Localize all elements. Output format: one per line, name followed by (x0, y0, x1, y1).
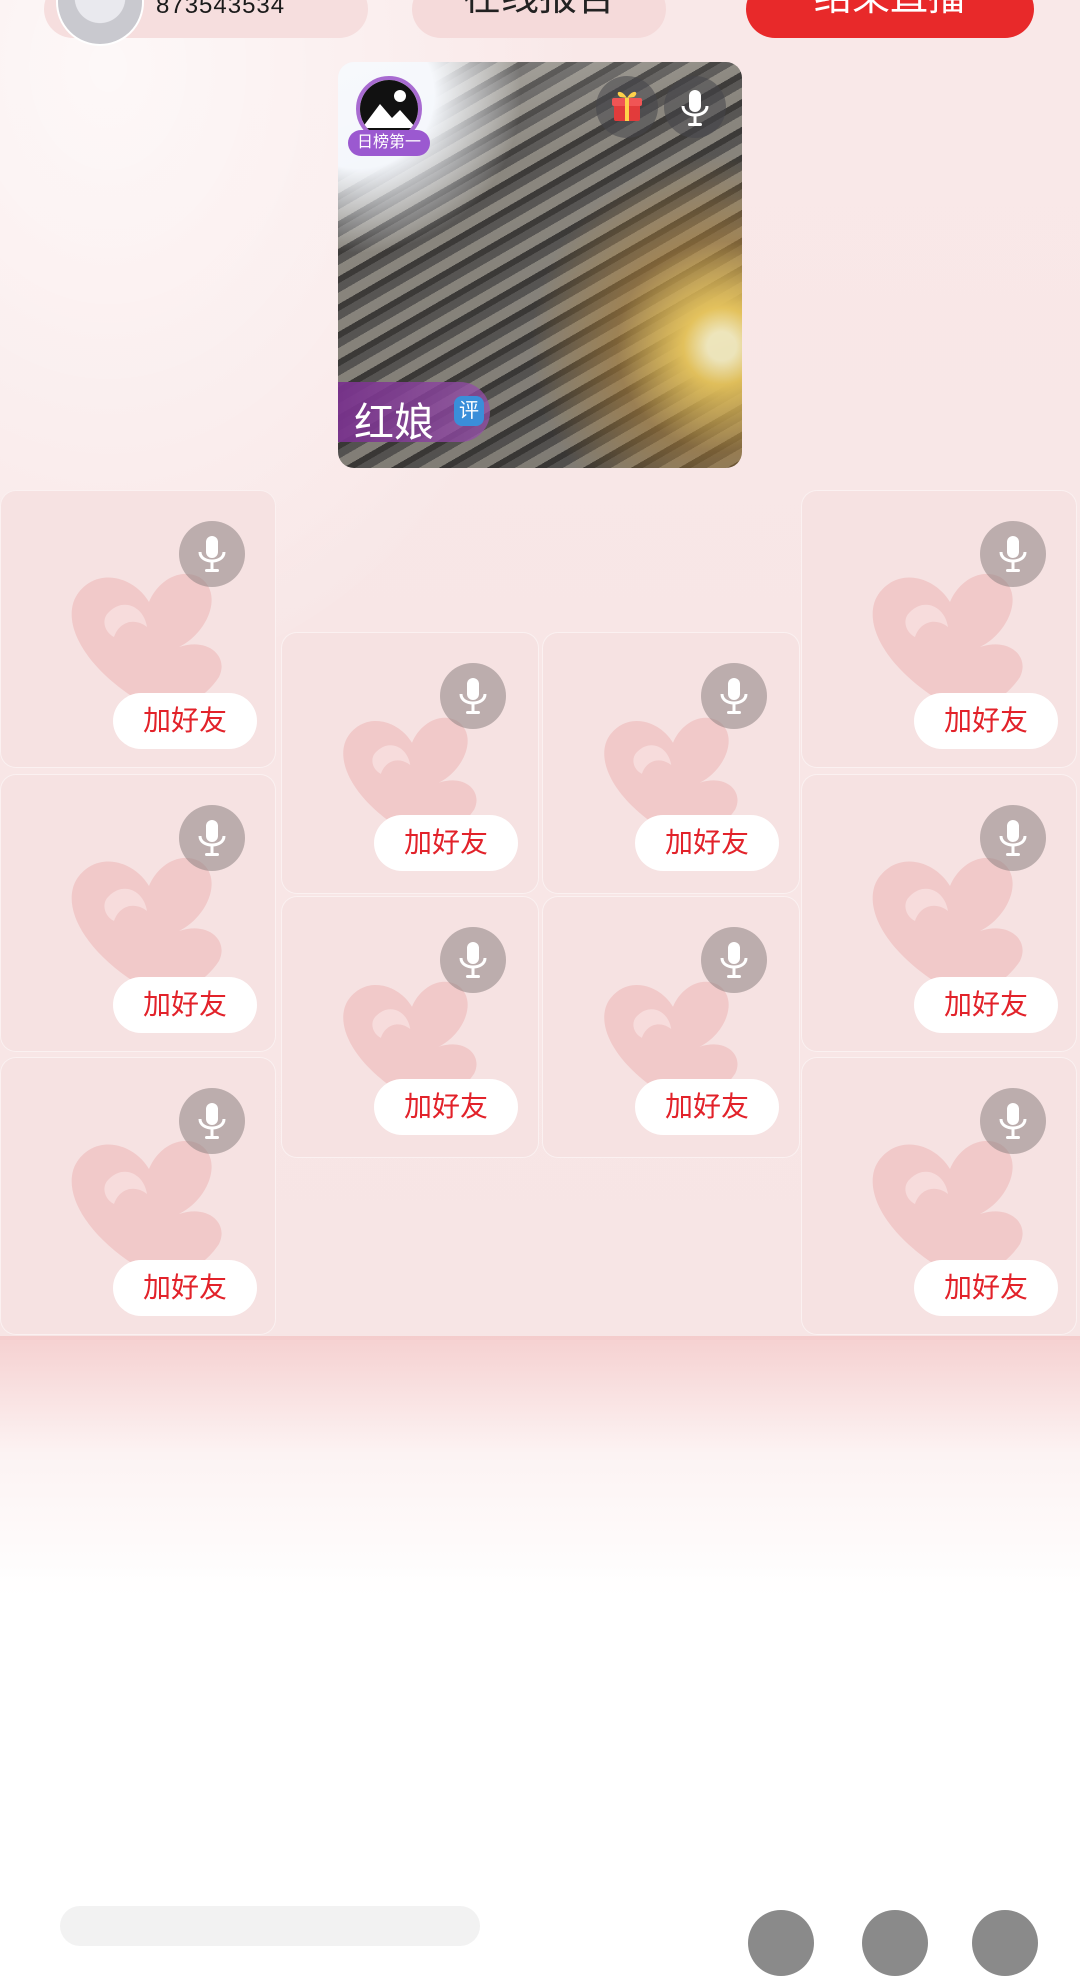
host-name: 红娘 (354, 401, 434, 445)
microphone-icon (681, 90, 709, 126)
add-friend-button[interactable]: 加好友 (914, 693, 1058, 749)
add-friend-button[interactable]: 加好友 (914, 1260, 1058, 1316)
seat-mic-button[interactable] (440, 927, 506, 993)
host-video-card[interactable]: 日榜第一 红娘 评 (338, 62, 742, 468)
microphone-icon (999, 536, 1027, 572)
add-friend-button[interactable]: 加好友 (635, 815, 779, 871)
role-badge: 评 (454, 396, 484, 426)
add-friend-button[interactable]: 加好友 (113, 977, 257, 1033)
host-name-bar: 红娘 评 (338, 382, 490, 445)
add-friend-button[interactable]: 加好友 (113, 1260, 257, 1316)
seat-mic-button[interactable] (980, 521, 1046, 587)
add-friend-button[interactable]: 加好友 (374, 1079, 518, 1135)
add-friend-button[interactable]: 加好友 (113, 693, 257, 749)
microphone-icon (720, 942, 748, 978)
guest-seat[interactable]: 加好友 (0, 1057, 276, 1335)
chat-input-pill[interactable] (60, 1906, 480, 1946)
seat-mic-button[interactable] (980, 805, 1046, 871)
seat-mic-button[interactable] (701, 663, 767, 729)
seat-mic-button[interactable] (701, 927, 767, 993)
seat-mic-button[interactable] (440, 663, 506, 729)
guest-seat[interactable]: 加好友 (801, 774, 1077, 1052)
background-fade (0, 1336, 1080, 1596)
gift-icon (612, 91, 642, 121)
host-info-pill[interactable]: 873543534 (44, 0, 368, 46)
seat-mic-button[interactable] (980, 1088, 1046, 1154)
add-friend-button[interactable]: 加好友 (914, 977, 1058, 1033)
microphone-icon (198, 820, 226, 856)
end-live-label: 结束直播 (746, 0, 1034, 21)
add-friend-button[interactable]: 加好友 (374, 815, 518, 871)
gift-button[interactable] (596, 76, 658, 138)
host-avatar[interactable] (56, 0, 144, 46)
daily-rank-badge: 日榜第一 (348, 130, 430, 156)
top-bar: 873543534 在线报告 结束直播 (0, 0, 1080, 46)
guest-seat[interactable]: 加好友 (801, 1057, 1077, 1335)
online-report-label: 在线报告 (412, 0, 666, 21)
online-report-button[interactable]: 在线报告 (412, 0, 666, 38)
guest-seat[interactable]: 加好友 (801, 490, 1077, 768)
microphone-icon (459, 678, 487, 714)
guest-seat[interactable]: 加好友 (542, 632, 800, 894)
host-mic-button[interactable] (664, 76, 726, 138)
guest-seat[interactable]: 加好友 (0, 774, 276, 1052)
guest-seat[interactable]: 加好友 (281, 632, 539, 894)
add-friend-button[interactable]: 加好友 (635, 1079, 779, 1135)
guest-seat[interactable]: 加好友 (542, 896, 800, 1158)
seat-mic-button[interactable] (179, 1088, 245, 1154)
seat-mic-button[interactable] (179, 805, 245, 871)
microphone-icon (999, 820, 1027, 856)
microphone-icon (459, 942, 487, 978)
microphone-icon (999, 1103, 1027, 1139)
seat-mic-button[interactable] (179, 521, 245, 587)
guest-seat[interactable]: 加好友 (0, 490, 276, 768)
microphone-icon (720, 678, 748, 714)
microphone-icon (198, 1103, 226, 1139)
microphone-icon (198, 536, 226, 572)
host-id: 873543534 (156, 0, 286, 19)
end-live-button[interactable]: 结束直播 (746, 0, 1034, 38)
guest-seat[interactable]: 加好友 (281, 896, 539, 1158)
